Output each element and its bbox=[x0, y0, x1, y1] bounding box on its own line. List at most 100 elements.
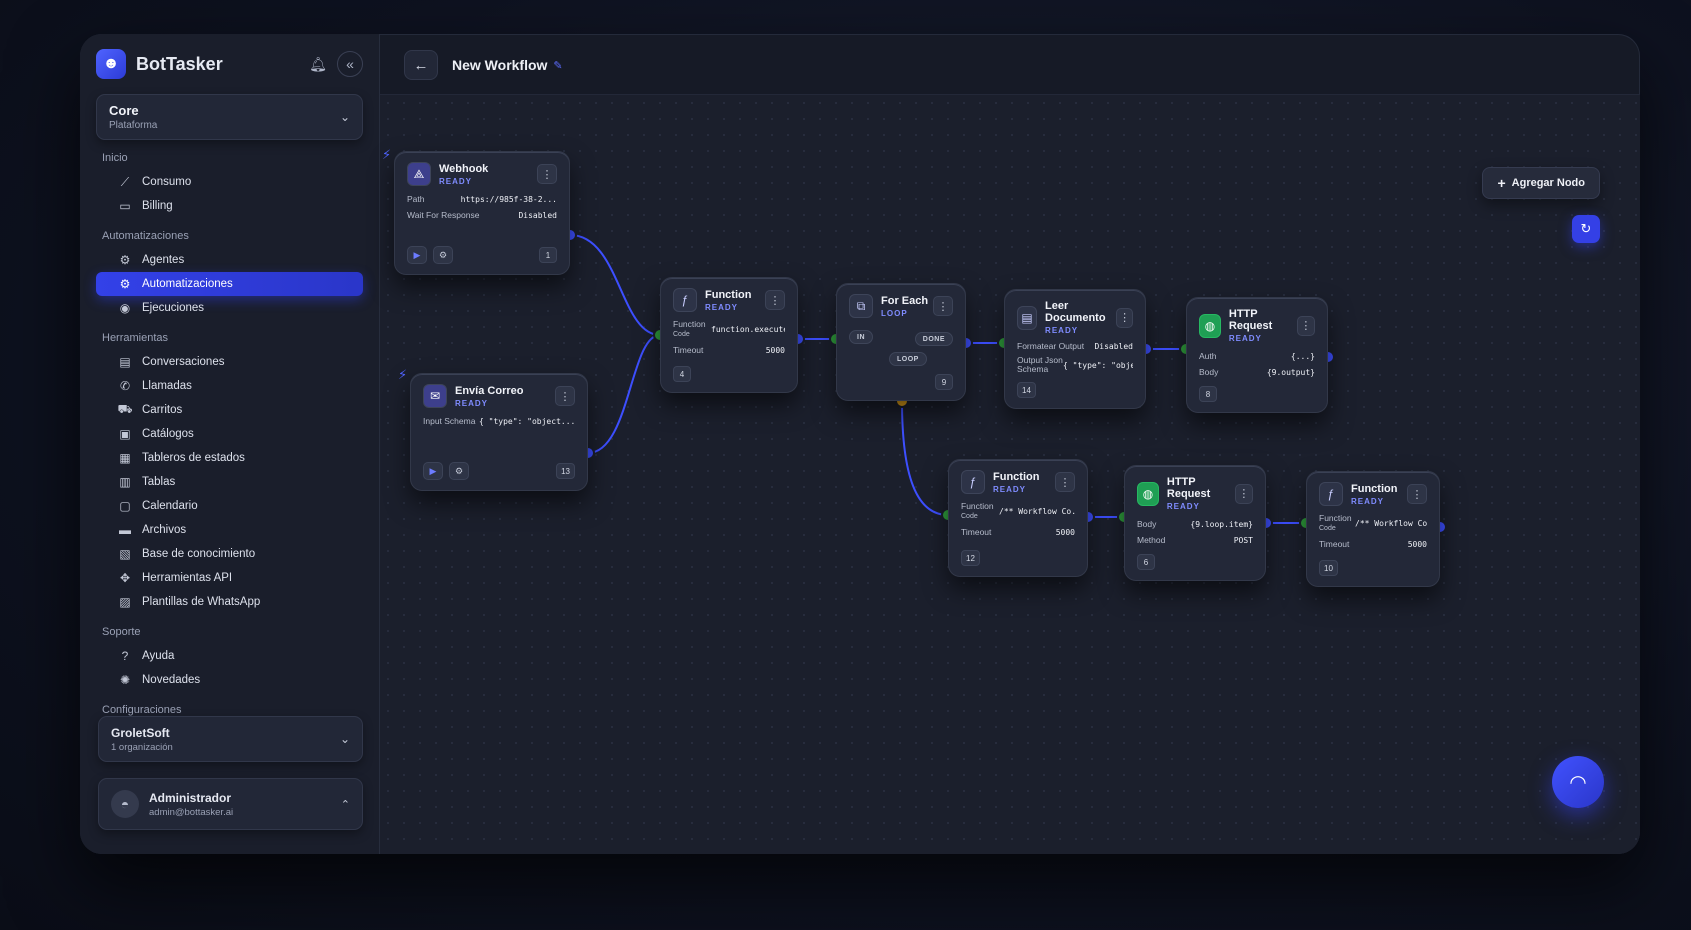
play-icon: ▶ bbox=[413, 249, 421, 260]
sidebar-item-label: Base de conocimiento bbox=[142, 548, 256, 560]
node-menu-button[interactable]: ⋮ bbox=[1116, 307, 1133, 328]
node-menu-button[interactable]: ⋮ bbox=[1407, 484, 1427, 504]
node-function-10[interactable]: ƒ Function READY ⋮ Function Code /** Workf… bbox=[1306, 471, 1440, 587]
user-menu[interactable]: ◓ Administrador admin@bottasker.ai ⌃ bbox=[98, 778, 363, 830]
sidebar-item-tool[interactable]: ⛟ Carritos bbox=[96, 398, 363, 422]
chevron-down-icon: ⌄ bbox=[339, 732, 350, 746]
chevron-down-icon: ⌄ bbox=[339, 110, 350, 124]
tools-list: ▤ Conversaciones ✆ Llamadas ⛟ Carritos ▣ Catálo… bbox=[96, 350, 363, 614]
param-label: Output Json Schema bbox=[1017, 355, 1063, 374]
sidebar-item-tool[interactable]: ▦ Tableros de estados bbox=[96, 446, 363, 470]
play-circle-icon: ◉ bbox=[119, 301, 131, 315]
node-menu-button[interactable]: ⋮ bbox=[1055, 472, 1075, 492]
workflow-canvas[interactable]: + Agregar Nodo ↻ ⚡︎ ⟁ Webhook READY ⋮ Pa… bbox=[380, 94, 1640, 854]
pencil-icon[interactable]: ✎ bbox=[553, 59, 562, 72]
node-title: Leer Documento bbox=[1045, 300, 1106, 324]
sidebar: ☻ BotTasker 🔔︎ « Core Plataforma ⌄ Inici… bbox=[80, 34, 380, 854]
param-value: {9.output} bbox=[1266, 367, 1315, 377]
sidebar-item-label: Archivos bbox=[142, 524, 187, 536]
param-label: Formatear Output bbox=[1017, 341, 1085, 351]
node-title: Function bbox=[993, 470, 1040, 483]
param-value: { "type": "object... bbox=[1063, 360, 1133, 370]
sidebar-item-label: Plantillas de WhatsApp bbox=[142, 596, 261, 608]
sidebar-item-label: Agentes bbox=[142, 254, 185, 266]
add-node-button[interactable]: + Agregar Nodo bbox=[1482, 167, 1600, 199]
node-status: READY bbox=[455, 398, 489, 408]
sidebar-item-automatizaciones[interactable]: ⚙ Automatizaciones bbox=[96, 272, 363, 296]
node-for-each[interactable]: ⧉ For Each LOOP ⋮ IN DONE LOOP 9 bbox=[836, 283, 966, 401]
node-http-request-8[interactable]: ◍ HTTP Request READY ⋮ Auth {...} Body {9.… bbox=[1186, 297, 1328, 413]
node-settings-button[interactable]: ⚙ bbox=[449, 462, 469, 480]
node-http-request-6[interactable]: ◍ HTTP Request READY ⋮ Body {9.loop.item}… bbox=[1124, 465, 1266, 581]
code-icon: ƒ bbox=[1319, 482, 1343, 506]
sidebar-item-tool[interactable]: ▧ Base de conocimiento bbox=[96, 542, 363, 566]
param-label: Method bbox=[1137, 535, 1166, 545]
sidebar-item-tool[interactable]: ▢ Calendario bbox=[96, 494, 363, 518]
sidebar-item-tool[interactable]: ✆ Llamadas bbox=[96, 374, 363, 398]
run-node-button[interactable]: ▶ bbox=[407, 246, 427, 264]
robot-icon: ⚙ bbox=[119, 253, 131, 267]
refresh-button[interactable]: ↻ bbox=[1572, 215, 1600, 243]
template-icon: ▨ bbox=[119, 595, 131, 609]
sidebar-item-tool[interactable]: ▥ Tablas bbox=[96, 470, 363, 494]
organization-select[interactable]: GroletSoft 1 organización ⌄ bbox=[98, 716, 363, 762]
editor-topbar: ← New Workflow ✎ bbox=[404, 50, 563, 80]
section-herramientas: Herramientas bbox=[102, 332, 169, 344]
plus-icon: + bbox=[1497, 175, 1506, 191]
sidebar-item-billing[interactable]: ▭ Billing bbox=[96, 194, 363, 218]
node-title: Envía Correo bbox=[455, 384, 524, 397]
sidebar-item-ayuda[interactable]: ? Ayuda bbox=[96, 644, 363, 668]
node-status: READY bbox=[1351, 496, 1385, 506]
refresh-icon: ↻ bbox=[1580, 221, 1592, 236]
back-button[interactable]: ← bbox=[404, 50, 438, 80]
node-menu-button[interactable]: ⋮ bbox=[537, 164, 557, 184]
run-node-button[interactable]: ▶ bbox=[423, 462, 443, 480]
sidebar-item-label: Ejecuciones bbox=[142, 302, 205, 314]
node-menu-button[interactable]: ⋮ bbox=[555, 386, 575, 406]
node-function-4[interactable]: ƒ Function READY ⋮ Function Code function.… bbox=[660, 277, 798, 393]
node-menu-button[interactable]: ⋮ bbox=[1234, 483, 1253, 504]
sidebar-item-tool[interactable]: ✥ Herramientas API bbox=[96, 566, 363, 590]
node-status: READY bbox=[705, 302, 739, 312]
app-window: ☻ BotTasker 🔔︎ « Core Plataforma ⌄ Inici… bbox=[80, 34, 1640, 854]
sidebar-item-consumo[interactable]: ⟋ Consumo bbox=[96, 170, 363, 194]
edge-foreach-loop-function bbox=[901, 400, 949, 516]
gear-icon: ⚙ bbox=[454, 465, 464, 476]
document-icon: ▤ bbox=[1017, 305, 1038, 330]
sidebar-item-label: Carritos bbox=[142, 404, 183, 416]
workflow-editor: ← New Workflow ✎ + Agregar Nodo ↻ ⚡︎ ⟁ W… bbox=[380, 34, 1640, 854]
node-menu-button[interactable]: ⋮ bbox=[933, 296, 953, 316]
workspace-select[interactable]: Core Plataforma ⌄ bbox=[96, 94, 363, 140]
node-function-12[interactable]: ƒ Function READY ⋮ Function Code /** Workf… bbox=[948, 459, 1088, 577]
sidebar-item-ejecuciones[interactable]: ◉ Ejecuciones bbox=[96, 296, 363, 320]
sidebar-item-label: Tablas bbox=[142, 476, 176, 488]
edge-envia-function bbox=[587, 334, 661, 454]
folder-icon: ▬ bbox=[119, 523, 131, 537]
param-value: 5000 bbox=[765, 345, 785, 355]
param-label: Input Schema bbox=[423, 416, 476, 426]
sidebar-item-agentes[interactable]: ⚙ Agentes bbox=[96, 248, 363, 272]
node-leer-documento[interactable]: ▤ Leer Documento READY ⋮ Formatear Outpu… bbox=[1004, 289, 1146, 409]
collapse-sidebar-icon[interactable]: « bbox=[337, 51, 363, 77]
bell-icon[interactable]: 🔔︎ bbox=[305, 51, 331, 77]
credit-card-icon: ▭ bbox=[119, 199, 131, 213]
avatar: ◓ bbox=[111, 790, 139, 818]
node-envia-correo[interactable]: ✉ Envía Correo READY ⋮ Input Schema{ "ty… bbox=[410, 373, 588, 491]
sidebar-item-tool[interactable]: ▣ Catálogos bbox=[96, 422, 363, 446]
node-webhook[interactable]: ⟁ Webhook READY ⋮ Path https://985f-38-2.… bbox=[394, 151, 570, 275]
node-status: READY bbox=[1228, 334, 1262, 343]
node-settings-button[interactable]: ⚙ bbox=[433, 246, 453, 264]
support-chat-button[interactable]: ◠ bbox=[1552, 756, 1604, 808]
workflow-title[interactable]: New Workflow bbox=[452, 57, 547, 73]
node-menu-button[interactable]: ⋮ bbox=[1296, 315, 1315, 336]
sidebar-item-novedades[interactable]: ✺ Novedades bbox=[96, 668, 363, 692]
section-soporte: Soporte bbox=[102, 626, 141, 638]
sidebar-item-tool[interactable]: ▨ Plantillas de WhatsApp bbox=[96, 590, 363, 614]
sidebar-item-tool[interactable]: ▬ Archivos bbox=[96, 518, 363, 542]
node-menu-button[interactable]: ⋮ bbox=[765, 290, 785, 310]
sidebar-item-label: Calendario bbox=[142, 500, 198, 512]
param-label: Function bbox=[961, 501, 994, 511]
workspace-subtitle: Plataforma bbox=[109, 120, 158, 131]
node-id-badge: 8 bbox=[1199, 386, 1217, 402]
sidebar-item-tool[interactable]: ▤ Conversaciones bbox=[96, 350, 363, 374]
